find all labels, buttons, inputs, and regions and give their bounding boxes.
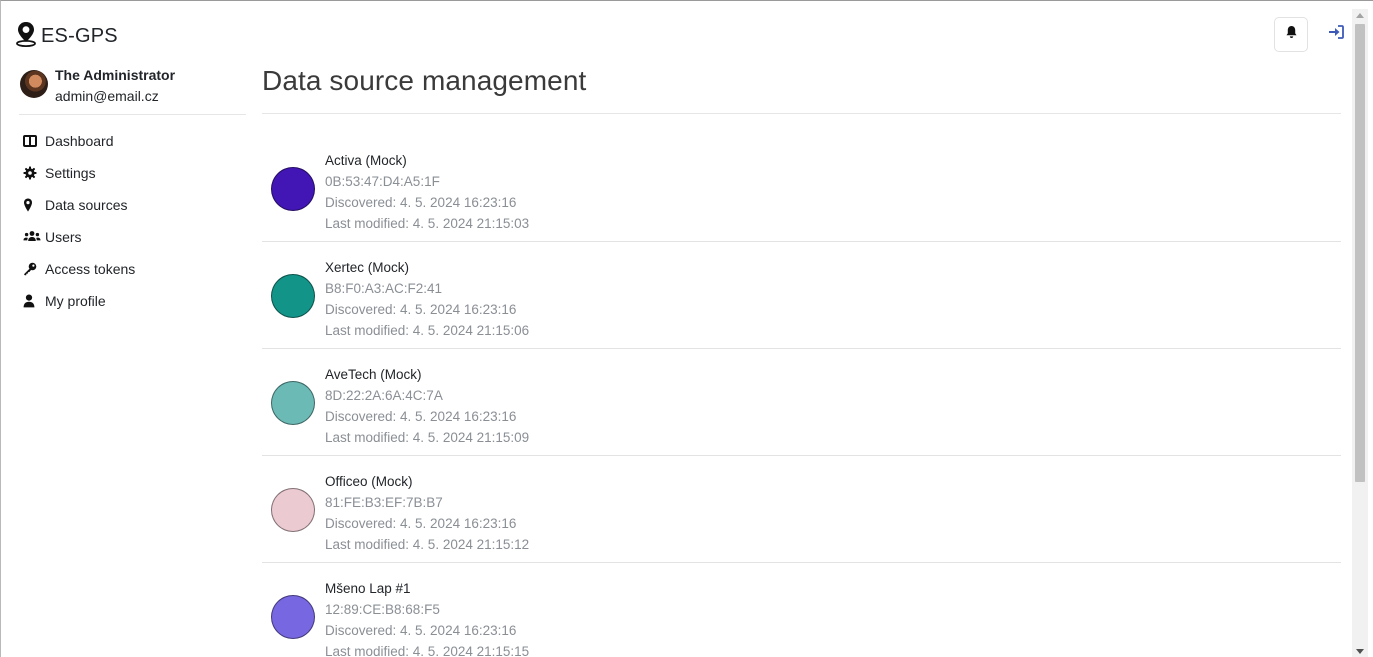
source-discovered: Discovered: 4. 5. 2024 16:23:16 bbox=[325, 409, 517, 424]
source-modified: Last modified: 4. 5. 2024 21:15:03 bbox=[325, 216, 530, 231]
source-discovered: Discovered: 4. 5. 2024 16:23:16 bbox=[325, 623, 517, 638]
source-modified: Last modified: 4. 5. 2024 21:15:06 bbox=[325, 323, 530, 338]
sidebar-item-users[interactable]: Users bbox=[19, 221, 246, 253]
source-name: Xertec (Mock) bbox=[325, 260, 410, 275]
bell-icon bbox=[1285, 25, 1298, 44]
source-color-swatch bbox=[271, 274, 315, 318]
user-profile-card: The Administrator admin@email.cz bbox=[19, 65, 246, 115]
source-name: Activa (Mock) bbox=[325, 153, 407, 168]
gear-icon bbox=[19, 166, 45, 180]
title-divider bbox=[262, 113, 1341, 114]
scroll-down-arrow-icon[interactable] bbox=[1356, 649, 1364, 654]
user-email: admin@email.cz bbox=[55, 88, 159, 104]
sidebar-item-my-profile[interactable]: My profile bbox=[19, 285, 246, 317]
list-item[interactable]: Mšeno Lap #1 12:89:CE:B8:68:F5 Discovere… bbox=[262, 563, 1341, 657]
source-color-swatch bbox=[271, 488, 315, 532]
avatar bbox=[20, 70, 48, 98]
scroll-up-arrow-icon[interactable] bbox=[1356, 13, 1364, 18]
sidebar-item-label: Dashboard bbox=[45, 133, 114, 149]
dashboard-icon bbox=[19, 134, 45, 148]
source-modified: Last modified: 4. 5. 2024 21:15:12 bbox=[325, 537, 530, 552]
users-icon bbox=[19, 230, 45, 244]
sidebar-item-label: My profile bbox=[45, 293, 106, 309]
sidebar-item-settings[interactable]: Settings bbox=[19, 157, 246, 189]
sidebar-item-dashboard[interactable]: Dashboard bbox=[19, 125, 246, 157]
map-pin-person-icon bbox=[15, 21, 37, 52]
source-discovered: Discovered: 4. 5. 2024 16:23:16 bbox=[325, 195, 517, 210]
source-modified: Last modified: 4. 5. 2024 21:15:15 bbox=[325, 644, 530, 657]
source-mac: 0B:53:47:D4:A5:1F bbox=[325, 174, 440, 189]
source-color-swatch bbox=[271, 381, 315, 425]
list-item[interactable]: Xertec (Mock) B8:F0:A3:AC:F2:41 Discover… bbox=[262, 242, 1341, 349]
sidebar-nav: Dashboard Settings Data sources Users Ac… bbox=[19, 125, 246, 317]
source-mac: 12:89:CE:B8:68:F5 bbox=[325, 602, 440, 617]
source-modified: Last modified: 4. 5. 2024 21:15:09 bbox=[325, 430, 530, 445]
source-name: AveTech (Mock) bbox=[325, 367, 422, 382]
source-mac: 8D:22:2A:6A:4C:7A bbox=[325, 388, 443, 403]
list-item[interactable]: AveTech (Mock) 8D:22:2A:6A:4C:7A Discove… bbox=[262, 349, 1341, 456]
data-source-list: Activa (Mock) 0B:53:47:D4:A5:1F Discover… bbox=[262, 135, 1341, 657]
key-icon bbox=[19, 262, 45, 276]
map-pin-icon bbox=[19, 198, 45, 212]
user-name: The Administrator bbox=[55, 67, 176, 83]
logout-button[interactable] bbox=[1327, 24, 1345, 44]
list-item[interactable]: Activa (Mock) 0B:53:47:D4:A5:1F Discover… bbox=[262, 135, 1341, 242]
source-name: Mšeno Lap #1 bbox=[325, 581, 411, 596]
source-discovered: Discovered: 4. 5. 2024 16:23:16 bbox=[325, 302, 517, 317]
sidebar-item-data-sources[interactable]: Data sources bbox=[19, 189, 246, 221]
sidebar-item-label: Settings bbox=[45, 165, 96, 181]
source-mac: B8:F0:A3:AC:F2:41 bbox=[325, 281, 443, 296]
source-color-swatch bbox=[271, 167, 315, 211]
brand-logo[interactable]: ES-GPS bbox=[15, 21, 118, 51]
sidebar-item-access-tokens[interactable]: Access tokens bbox=[19, 253, 246, 285]
sidebar-item-label: Users bbox=[45, 229, 82, 245]
app-window: ES-GPS The Administrator admin@email.cz bbox=[0, 0, 1373, 657]
source-name: Officeo (Mock) bbox=[325, 474, 413, 489]
sidebar-item-label: Access tokens bbox=[45, 261, 136, 277]
notifications-button[interactable] bbox=[1274, 17, 1308, 52]
source-mac: 81:FE:B3:EF:7B:B7 bbox=[325, 495, 443, 510]
brand-name: ES-GPS bbox=[41, 24, 118, 47]
source-color-swatch bbox=[271, 595, 315, 639]
source-discovered: Discovered: 4. 5. 2024 16:23:16 bbox=[325, 516, 517, 531]
sign-out-icon bbox=[1328, 24, 1344, 44]
page-title: Data source management bbox=[262, 65, 587, 96]
list-item[interactable]: Officeo (Mock) 81:FE:B3:EF:7B:B7 Discove… bbox=[262, 456, 1341, 563]
scroll-thumb[interactable] bbox=[1355, 24, 1365, 482]
sidebar-item-label: Data sources bbox=[45, 197, 128, 213]
user-icon bbox=[19, 294, 45, 308]
vertical-scrollbar[interactable] bbox=[1352, 9, 1368, 657]
